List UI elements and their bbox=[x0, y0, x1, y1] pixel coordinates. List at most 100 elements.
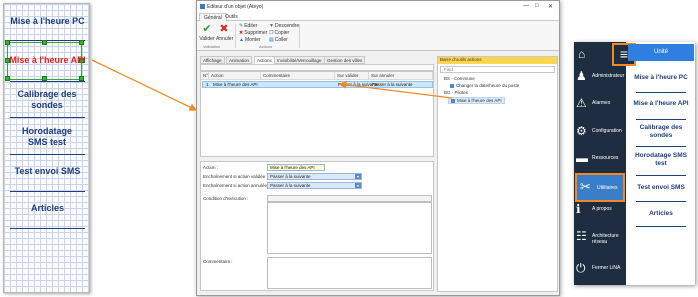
mobile-button-articles[interactable]: Articles bbox=[629, 210, 693, 218]
designer-separator bbox=[10, 81, 85, 82]
grid-header-action[interactable]: Action bbox=[209, 72, 261, 80]
sidebar-item-ressources[interactable]: ▬ Ressources bbox=[574, 152, 626, 166]
designer-canvas: Mise à l'heure PC Mise à l'heure API Cal… bbox=[3, 3, 90, 293]
valider-button[interactable]: ✔ Valider bbox=[199, 23, 215, 42]
sidebar-item-fermer[interactable]: ⏻ Fermer LiNA bbox=[574, 262, 626, 276]
ribbon-divider bbox=[299, 24, 300, 48]
tab-outils[interactable]: Outils bbox=[221, 13, 242, 21]
minimize-button[interactable]: — bbox=[523, 3, 529, 9]
api-icon bbox=[451, 98, 455, 103]
actions-toolbox: Barre d'outils actions Find BS - Commune… bbox=[437, 56, 558, 292]
sidebar-item-alarmes[interactable]: ⚠ Alarmes bbox=[574, 97, 626, 111]
designer-button-calibrage[interactable]: Calibrage des sondes bbox=[12, 89, 82, 111]
on-cancel-label: Enchaînement si action annulée : bbox=[203, 183, 270, 188]
action-field[interactable]: Mise à l'heure des API bbox=[267, 164, 325, 171]
sidebar-item-architecture[interactable]: ☷ Architecture réseau bbox=[574, 230, 626, 246]
toolbox-item-mise-heure-api[interactable]: Mise à l'heure des API bbox=[448, 97, 505, 104]
maximize-button[interactable]: □ bbox=[535, 3, 539, 9]
unite-header[interactable]: Unité bbox=[628, 44, 694, 61]
table-row[interactable]: 1 Mise à l'heure des API Passer à la sui… bbox=[202, 81, 433, 88]
row-num: 1 bbox=[206, 82, 209, 87]
content-tabs: Affichage Animation Actions Invisibilité… bbox=[200, 56, 434, 64]
actions-toolbar bbox=[200, 64, 434, 71]
condition-editor[interactable] bbox=[267, 202, 432, 254]
tab-gestion-villes[interactable]: Gestion des villes bbox=[324, 56, 366, 64]
editer-button[interactable]: ✎Editer bbox=[239, 23, 257, 29]
sidebar-item-a-propos[interactable]: ℹ A propos bbox=[574, 203, 626, 217]
grid-header-comment[interactable]: Commentaire bbox=[261, 72, 335, 80]
resize-handle[interactable] bbox=[79, 40, 84, 45]
mobile-screen: ⌂ ♟ Administrateur ⚠ Alarmes ⚙ Configura… bbox=[574, 42, 695, 285]
toolbox-title: Barre d'outils actions bbox=[438, 57, 557, 64]
designer-separator bbox=[10, 154, 85, 155]
designer-separator bbox=[10, 117, 85, 118]
sidebar-item-configuration[interactable]: ⚙ Configuration bbox=[574, 125, 626, 139]
mobile-button-mise-heure-pc[interactable]: Mise à l'heure PC bbox=[629, 74, 693, 82]
designer-button-horodatage[interactable]: Horodatage SMS test bbox=[12, 126, 82, 148]
grid-header-on-validate[interactable]: Sur valider bbox=[335, 72, 369, 80]
chevron-down-icon[interactable]: ▾ bbox=[355, 183, 361, 188]
copy-icon: ❐ bbox=[269, 30, 274, 36]
designer-button-articles[interactable]: Articles bbox=[8, 203, 87, 214]
on-cancel-select[interactable]: Passer à la suivante ▾ bbox=[267, 182, 362, 189]
annuler-button[interactable]: ✖ Annuler bbox=[216, 23, 233, 42]
supprimer-button[interactable]: ✖Supprimer bbox=[239, 30, 267, 36]
toolbox-group-pilotes[interactable]: BG - Pilotes bbox=[444, 90, 468, 95]
tab-animation[interactable]: Animation bbox=[226, 56, 253, 64]
toolbox-search-input[interactable]: Find bbox=[440, 66, 555, 73]
app-icon bbox=[200, 4, 205, 9]
object-editor-window: Editeur d'un objet (Ateyo) — □ ✕ Général… bbox=[196, 0, 560, 296]
actions-grid: N° Action Commentaire Sur valider Sur an… bbox=[200, 71, 434, 157]
clock-icon bbox=[450, 83, 454, 88]
comment-field[interactable] bbox=[267, 257, 432, 289]
grid-header-num[interactable]: N° bbox=[201, 72, 209, 80]
designer-button-test-sms[interactable]: Test envoi SMS bbox=[8, 166, 87, 177]
down-arrow-icon: ▼ bbox=[269, 23, 274, 29]
tab-affichage[interactable]: Affichage bbox=[200, 56, 225, 64]
resize-handle[interactable] bbox=[42, 40, 47, 45]
designer-button-mise-heure-pc[interactable]: Mise à l'heure PC bbox=[8, 16, 87, 27]
on-validate-label: Enchaînement si action validée : bbox=[203, 174, 268, 179]
mobile-button-test-sms[interactable]: Test envoi SMS bbox=[629, 184, 693, 192]
toolbox-group-commune[interactable]: BS - Commune bbox=[444, 76, 475, 81]
designer-separator bbox=[10, 228, 85, 229]
tab-actions[interactable]: Actions bbox=[254, 56, 275, 64]
list-separator bbox=[636, 146, 686, 147]
resize-handle[interactable] bbox=[5, 40, 10, 45]
up-arrow-icon: ▲ bbox=[239, 37, 244, 43]
list-separator bbox=[636, 92, 686, 93]
action-label: Action : bbox=[203, 165, 219, 170]
coller-button[interactable]: ▤Coller bbox=[269, 37, 288, 43]
close-button[interactable]: ✕ bbox=[548, 3, 553, 10]
mobile-sidebar: ⌂ ♟ Administrateur ⚠ Alarmes ⚙ Configura… bbox=[574, 42, 626, 285]
group-validation-label: Validation bbox=[203, 44, 221, 49]
mobile-button-horodatage[interactable]: Horodatage SMS test bbox=[629, 152, 693, 168]
arrow-designer-to-editor bbox=[91, 59, 198, 111]
designer-button-mise-heure-api[interactable]: Mise à l'heure API bbox=[8, 55, 87, 66]
mobile-button-mise-heure-api[interactable]: Mise à l'heure API bbox=[629, 100, 693, 108]
condition-toolbar bbox=[267, 195, 432, 202]
on-validate-select[interactable]: Passer à la suivante ▾ bbox=[267, 173, 362, 180]
sidebar-item-utilitaires[interactable]: ✂ Utilitaires bbox=[575, 173, 625, 202]
edit-icon: ✎ bbox=[239, 23, 244, 29]
list-separator bbox=[636, 175, 686, 176]
group-actions-label: Actions bbox=[259, 44, 273, 49]
copier-button[interactable]: ❐Copier bbox=[269, 30, 289, 36]
tools-icon: ✂ bbox=[580, 179, 591, 194]
sidebar-item-administrateur[interactable]: ♟ Administrateur bbox=[574, 70, 626, 84]
monter-button[interactable]: ▲Monter bbox=[239, 37, 261, 43]
delete-icon: ✖ bbox=[239, 30, 244, 36]
check-icon: ✔ bbox=[202, 23, 212, 35]
paste-icon: ▤ bbox=[269, 37, 274, 43]
toolbox-item-change-date[interactable]: Changer la date/heure du poste bbox=[450, 83, 519, 88]
tab-invisibilite[interactable]: Invisibilité/Verrouillage bbox=[274, 56, 325, 64]
comment-label: Commentaire : bbox=[203, 259, 233, 264]
ribbon-divider bbox=[235, 24, 236, 48]
descendre-button[interactable]: ▼Descendre bbox=[269, 23, 299, 29]
title-bar: Editeur d'un objet (Ateyo) — □ ✕ bbox=[197, 1, 559, 12]
mobile-button-calibrage[interactable]: Calibrage des sondes bbox=[629, 124, 693, 140]
action-properties: Action : Mise à l'heure des API Enchaîne… bbox=[200, 161, 434, 291]
grid-header-on-cancel[interactable]: Sur annuler bbox=[369, 72, 433, 80]
designer-separator bbox=[10, 191, 85, 192]
chevron-down-icon[interactable]: ▾ bbox=[355, 174, 361, 179]
